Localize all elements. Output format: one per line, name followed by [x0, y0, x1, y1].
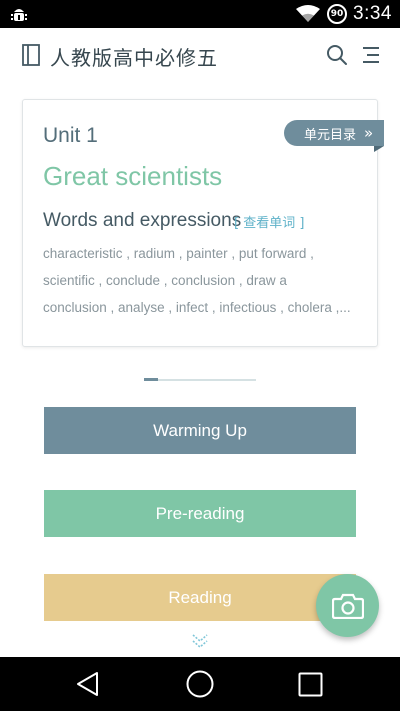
double-chevron-right-icon: » [364, 124, 374, 142]
status-bar: 90 3:34 [0, 0, 400, 28]
words-heading: Words and expressions [43, 210, 242, 231]
warming-up-button[interactable]: Warming Up [44, 407, 356, 454]
menu-icon[interactable] [362, 46, 380, 64]
chevron-down-icon[interactable] [190, 632, 210, 650]
wifi-icon [296, 5, 321, 22]
vocab-list: characteristic , radium , painter , put … [43, 240, 363, 321]
vocab-line: conclusion , analyse , infect , infectio… [43, 300, 351, 315]
unit-toc-label: 单元目录 [304, 127, 357, 143]
android-debug-icon [11, 9, 27, 21]
status-time: 3:34 [353, 3, 392, 24]
app-bar: 人教版高中必修五 [0, 28, 400, 84]
search-icon[interactable] [326, 44, 348, 66]
battery-indicator: 90 [327, 4, 348, 24]
status-indicators: 90 3:34 [295, 0, 392, 28]
pre-reading-button[interactable]: Pre-reading [44, 490, 356, 537]
unit-label: Unit 1 [43, 124, 98, 147]
pager-track [144, 379, 256, 381]
vocab-line: characteristic , radium , painter , put … [43, 246, 314, 261]
vocab-line: scientific , conclude , conclusion , dra… [43, 273, 287, 288]
back-icon[interactable] [74, 670, 102, 698]
view-words-link[interactable]: [ 查看单词 ] [234, 212, 304, 231]
pager-indicator [144, 378, 158, 381]
unit-title: Great scientists [43, 161, 223, 191]
reading-button[interactable]: Reading [44, 574, 356, 621]
app-title: 人教版高中必修五 [50, 46, 218, 70]
camera-icon [331, 593, 364, 619]
system-nav-bar [0, 657, 400, 711]
home-icon[interactable] [185, 669, 215, 699]
camera-fab-button[interactable] [316, 574, 379, 637]
toc-tab-fold [374, 146, 384, 152]
unit-card[interactable]: Unit 1 Great scientists 单元目录 » Words and… [22, 99, 384, 347]
unit-toc-button[interactable]: 单元目录 » [284, 120, 384, 146]
recent-apps-icon[interactable] [298, 672, 323, 697]
book-icon[interactable] [22, 44, 40, 66]
